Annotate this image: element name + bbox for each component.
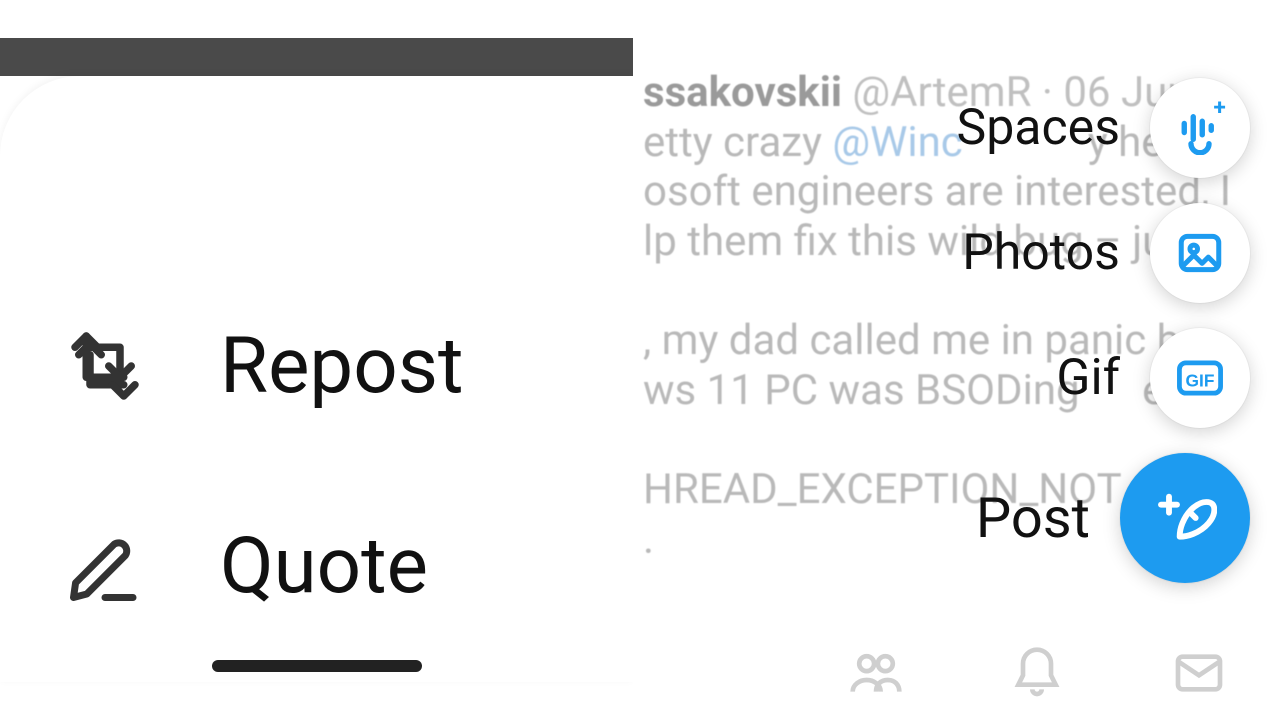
compose-option-post-label: Post	[976, 485, 1090, 551]
compose-icon[interactable]	[1120, 453, 1250, 583]
people-icon	[848, 645, 904, 701]
status-bar-backdrop	[0, 38, 633, 76]
svg-text:+: +	[1214, 101, 1226, 121]
home-indicator	[212, 660, 422, 672]
compose-fab-panel: ssakovskii @ArtemR · 06 Jun etty crazy @…	[633, 38, 1280, 720]
compose-option-photos-label: Photos	[962, 224, 1120, 282]
compose-fab-stack: Spaces + Photos	[750, 78, 1250, 583]
compose-option-spaces-label: Spaces	[957, 99, 1120, 157]
compose-option-photos[interactable]: Photos	[750, 203, 1250, 303]
compose-option-spaces[interactable]: Spaces +	[750, 78, 1250, 178]
bottom-sheet: Repost Quote	[0, 76, 633, 682]
mail-icon	[1171, 645, 1227, 701]
svg-text:GIF: GIF	[1186, 371, 1215, 391]
background-bottom-nav	[633, 625, 1280, 720]
repost-option[interactable]: Repost	[60, 266, 593, 466]
quote-option-label: Quote	[220, 521, 428, 612]
compose-option-post[interactable]: Post	[750, 453, 1250, 583]
gif-icon[interactable]: GIF	[1150, 328, 1250, 428]
repost-bottom-sheet-panel: Repost Quote	[0, 38, 633, 682]
compose-option-gif[interactable]: Gif GIF	[750, 328, 1250, 428]
pencil-icon	[60, 521, 150, 611]
quote-option[interactable]: Quote	[60, 466, 593, 666]
bell-icon	[1009, 645, 1065, 701]
spaces-icon[interactable]: +	[1150, 78, 1250, 178]
compose-option-gif-label: Gif	[1056, 349, 1120, 407]
repost-option-label: Repost	[220, 321, 463, 412]
photo-icon[interactable]	[1150, 203, 1250, 303]
retweet-icon	[60, 321, 150, 411]
